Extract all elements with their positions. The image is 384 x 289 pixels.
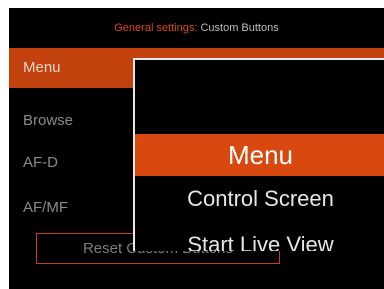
header-title: Custom Buttons [200,22,279,34]
popup-option-menu[interactable]: Menu [135,134,384,176]
popup-option-start-live-view[interactable]: Start Live View [135,224,384,251]
camera-screen: General settings: Custom Buttons Menu Br… [9,8,384,289]
menu-row-label: Browse [23,112,74,129]
popup-option-control-screen[interactable]: Control Screen [135,178,384,220]
settings-header: General settings: Custom Buttons [9,8,384,48]
menu-row-label: AF/MF [23,199,68,216]
assignment-popup: Menu Control Screen Start Live View [133,58,384,251]
menu-row-label: AF-D [23,154,58,171]
menu-row-label: Menu [23,59,61,76]
header-prefix: General settings: [114,22,198,34]
